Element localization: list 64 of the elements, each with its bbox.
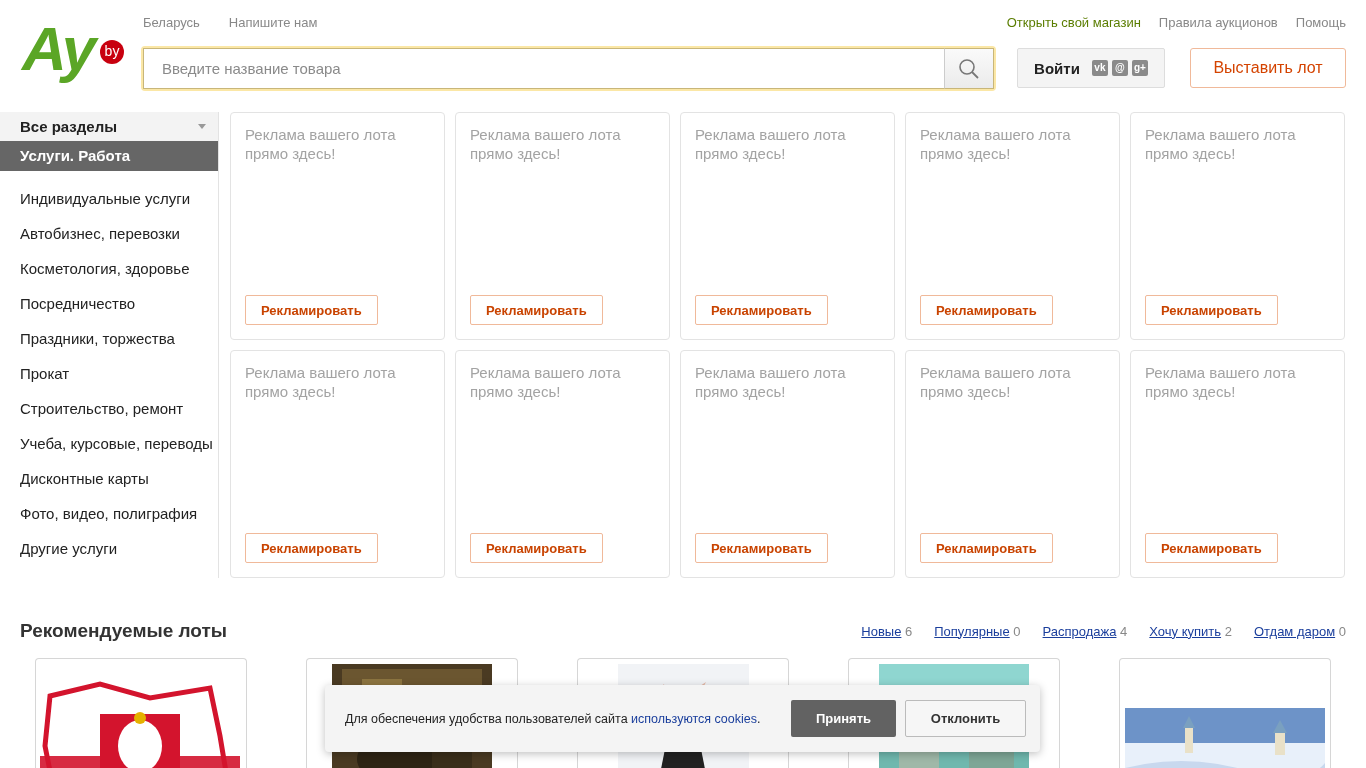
ad-text: Реклама вашего лота прямо здесь! (245, 363, 397, 401)
site-logo[interactable]: Ay by (22, 14, 126, 84)
category-link[interactable]: Фото, видео, полиграфия (20, 505, 198, 523)
ad-text: Реклама вашего лота прямо здесь! (470, 125, 622, 163)
all-sections-dropdown[interactable]: Все разделы (0, 112, 218, 141)
advertise-button[interactable]: Рекламировать (245, 295, 378, 325)
top-link[interactable]: Открыть свой магазин (1006, 14, 1141, 31)
category-link[interactable]: Прокат (20, 365, 70, 383)
search-icon (958, 57, 980, 80)
top-link[interactable]: Помощь (1295, 14, 1346, 31)
filter-link[interactable]: Новые (861, 623, 902, 639)
dropdown-label: Все разделы (20, 118, 118, 135)
ad-text: Реклама вашего лота прямо здесь! (920, 125, 1072, 163)
filter-count: 4 (1120, 623, 1128, 639)
caret-icon (198, 124, 206, 129)
cookie-notice: Для обеспечения удобства пользователей сайта используются cookies. (345, 711, 762, 726)
section-title: Рекомендуемые лоты (20, 620, 227, 642)
top-link[interactable]: Правила аукционов (1158, 14, 1278, 31)
category-link[interactable]: Автобизнес, перевозки (20, 225, 180, 243)
advertise-button[interactable]: Рекламировать (695, 295, 828, 325)
filter-count: 2 (1224, 623, 1232, 639)
social-icon[interactable]: @ (1111, 60, 1128, 76)
ad-text: Реклама вашего лота прямо здесь! (695, 363, 847, 401)
category-link[interactable]: Посредничество (20, 295, 136, 313)
advertise-button[interactable]: Рекламировать (1145, 295, 1278, 325)
ad-text: Реклама вашего лота прямо здесь! (1145, 363, 1297, 401)
current-section[interactable]: Услуги. Работа (0, 141, 218, 171)
category-link[interactable]: Другие услуги (20, 540, 118, 558)
post-lot-button[interactable]: Выставить лот (1190, 48, 1346, 88)
category-link[interactable]: Строительство, ремонт (20, 400, 184, 418)
accept-button[interactable]: Принять (791, 700, 896, 737)
search-button[interactable] (944, 48, 994, 89)
advertise-button[interactable]: Рекламировать (920, 295, 1053, 325)
ad-text: Реклама вашего лота прямо здесь! (1145, 125, 1297, 163)
category-link[interactable]: Праздники, торжества (20, 330, 175, 348)
filter-count: 0 (1013, 623, 1021, 639)
ad-text: Реклама вашего лота прямо здесь! (920, 363, 1072, 401)
advertise-button[interactable]: Рекламировать (695, 533, 828, 563)
filter-count: 0 (1338, 623, 1346, 639)
filter-link[interactable]: Отдам даром (1253, 623, 1336, 639)
top-link[interactable]: Беларусь (143, 14, 200, 31)
decline-button[interactable]: Отклонить (905, 700, 1026, 737)
social-icon[interactable]: vk (1091, 60, 1108, 76)
advertise-button[interactable]: Рекламировать (245, 533, 378, 563)
advertise-button[interactable]: Рекламировать (920, 533, 1053, 563)
cookies-link[interactable]: используются cookies (631, 711, 757, 726)
filter-link[interactable]: Распродажа (1042, 623, 1117, 639)
advertise-button[interactable]: Рекламировать (470, 295, 603, 325)
social-icon[interactable]: g+ (1131, 60, 1148, 76)
search-field[interactable]: Введите название товара (143, 48, 944, 89)
filter-link[interactable]: Хочу купить (1149, 623, 1222, 639)
category-link[interactable]: Дисконтные карты (20, 470, 149, 488)
filter-link[interactable]: Популярные (934, 623, 1010, 639)
ad-text: Реклама вашего лота прямо здесь! (470, 363, 622, 401)
login-button[interactable]: Войти vk @ g+ (1017, 48, 1165, 88)
top-link[interactable]: Напишите нам (228, 14, 318, 31)
ad-text: Реклама вашего лота прямо здесь! (695, 125, 847, 163)
advertise-button[interactable]: Рекламировать (1145, 533, 1278, 563)
filter-count: 6 (905, 623, 913, 639)
category-link[interactable]: Индивидуальные услуги (20, 190, 191, 208)
ad-text: Реклама вашего лота прямо здесь! (245, 125, 397, 163)
category-link[interactable]: Косметология, здоровье (20, 260, 190, 278)
advertise-button[interactable]: Рекламировать (470, 533, 603, 563)
category-link[interactable]: Учеба, курсовые, переводы (20, 435, 213, 453)
